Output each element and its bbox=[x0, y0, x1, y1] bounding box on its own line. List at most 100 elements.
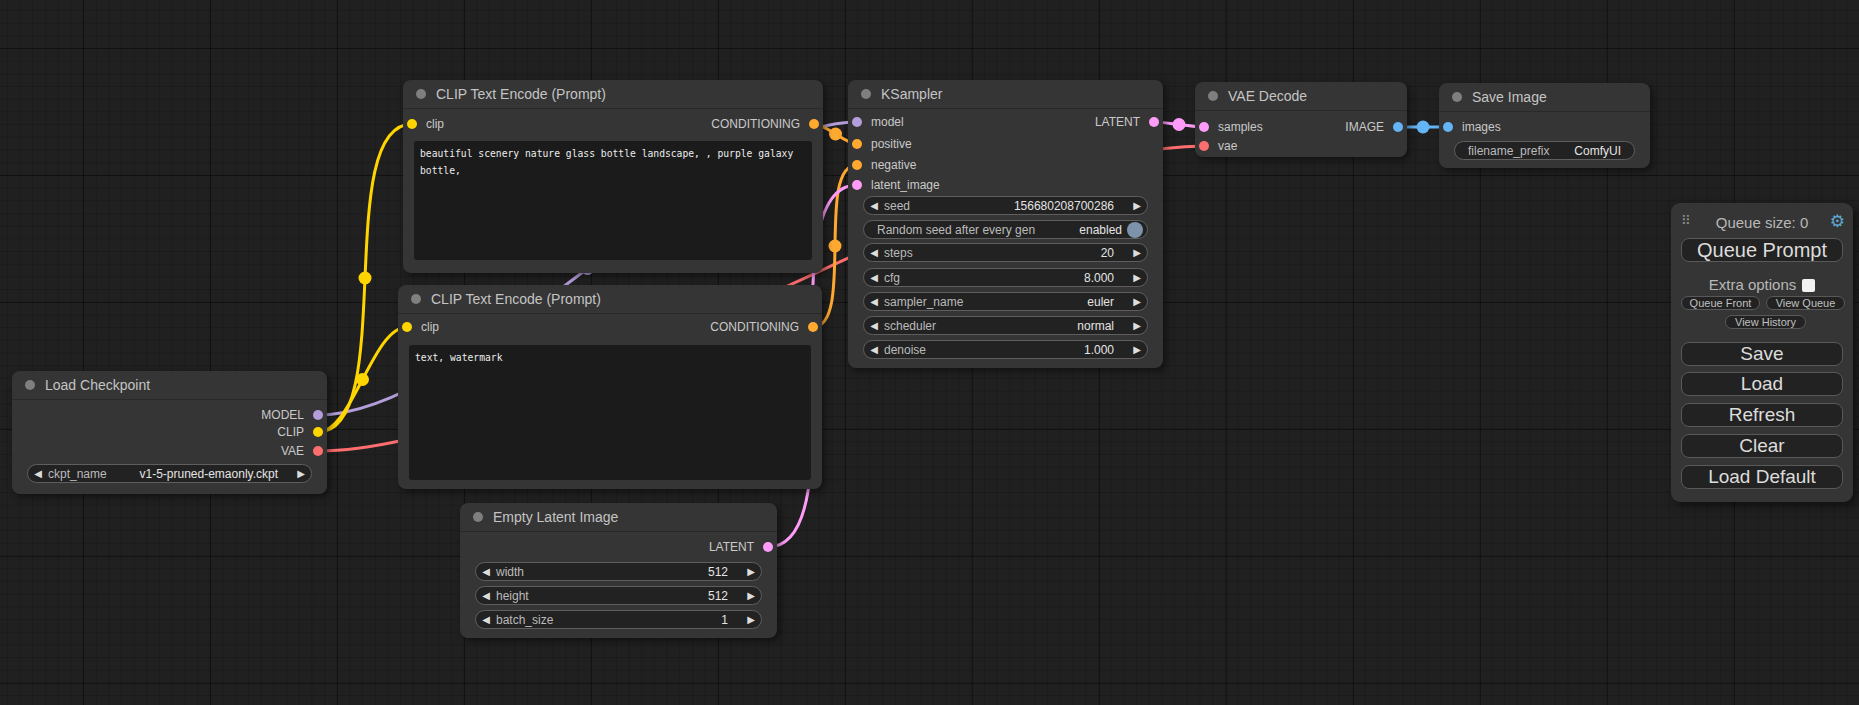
save-button[interactable]: Save bbox=[1681, 342, 1843, 366]
node-collapse-dot[interactable] bbox=[411, 294, 421, 304]
port-dot[interactable] bbox=[1443, 122, 1453, 132]
decrement-arrow-icon[interactable]: ◀ bbox=[28, 468, 48, 479]
link-midpoint-dot[interactable] bbox=[356, 373, 369, 386]
queue-front-button[interactable]: Queue Front bbox=[1681, 296, 1760, 310]
port-dot[interactable] bbox=[402, 322, 412, 332]
node-collapse-dot[interactable] bbox=[416, 89, 426, 99]
node-collapse-dot[interactable] bbox=[1452, 92, 1462, 102]
node-collapse-dot[interactable] bbox=[1208, 91, 1218, 101]
gear-icon[interactable]: ⚙ bbox=[1830, 211, 1845, 232]
input-port-samples[interactable]: samples bbox=[1195, 120, 1263, 134]
input-port-clip[interactable]: clip bbox=[398, 320, 439, 334]
decrement-arrow-icon[interactable]: ◀ bbox=[476, 566, 496, 577]
extra-options-checkbox[interactable] bbox=[1802, 279, 1815, 292]
input-port-images[interactable]: images bbox=[1439, 120, 1501, 134]
node-vae-decode[interactable]: VAE Decode samples vae IMAGE bbox=[1195, 82, 1407, 157]
node-title-bar[interactable]: VAE Decode bbox=[1195, 82, 1407, 111]
decrement-arrow-icon[interactable]: ◀ bbox=[864, 296, 884, 307]
increment-arrow-icon[interactable]: ▶ bbox=[1127, 272, 1147, 283]
link-midpoint-dot[interactable] bbox=[829, 128, 842, 141]
decrement-arrow-icon[interactable]: ◀ bbox=[864, 247, 884, 258]
input-port-latent_image[interactable]: latent_image bbox=[848, 178, 940, 192]
port-dot[interactable] bbox=[852, 117, 862, 127]
node-empty-latent-image[interactable]: Empty Latent Image LATENT ◀width512▶ ◀heigh… bbox=[460, 503, 777, 638]
decrement-arrow-icon[interactable]: ◀ bbox=[864, 272, 884, 283]
increment-arrow-icon[interactable]: ▶ bbox=[291, 468, 311, 479]
increment-arrow-icon[interactable]: ▶ bbox=[1127, 200, 1147, 211]
port-dot[interactable] bbox=[1199, 122, 1209, 132]
widget-denoise[interactable]: ◀denoise1.000▶ bbox=[863, 340, 1148, 359]
decrement-arrow-icon[interactable]: ◀ bbox=[476, 614, 496, 625]
load-button[interactable]: Load bbox=[1681, 372, 1843, 396]
refresh-button[interactable]: Refresh bbox=[1681, 403, 1843, 427]
widget-filename-prefix[interactable]: filename_prefixComfyUI bbox=[1454, 141, 1635, 160]
port-dot[interactable] bbox=[313, 427, 323, 437]
widget-cfg[interactable]: ◀cfg8.000▶ bbox=[863, 268, 1148, 287]
node-clip-text-encode-2[interactable]: CLIP Text Encode (Prompt) clip CONDITIONIN… bbox=[398, 285, 822, 489]
increment-arrow-icon[interactable]: ▶ bbox=[1127, 320, 1147, 331]
output-port-MODEL[interactable]: MODEL bbox=[261, 408, 327, 422]
node-load-checkpoint[interactable]: Load Checkpoint MODEL CLIP VAE ◀ckpt_namev1-… bbox=[12, 371, 327, 494]
decrement-arrow-icon[interactable]: ◀ bbox=[864, 200, 884, 211]
input-port-vae[interactable]: vae bbox=[1195, 139, 1237, 153]
output-port-VAE[interactable]: VAE bbox=[281, 444, 327, 458]
link-midpoint-dot[interactable] bbox=[1417, 121, 1430, 134]
link-midpoint-dot[interactable] bbox=[359, 272, 372, 285]
port-dot[interactable] bbox=[1149, 117, 1159, 127]
input-port-positive[interactable]: positive bbox=[848, 137, 912, 151]
widget-batch-size[interactable]: ◀batch_size1▶ bbox=[475, 610, 762, 629]
port-dot[interactable] bbox=[1393, 122, 1403, 132]
widget-width[interactable]: ◀width512▶ bbox=[475, 562, 762, 581]
node-title-bar[interactable]: CLIP Text Encode (Prompt) bbox=[398, 285, 822, 314]
port-dot[interactable] bbox=[1199, 141, 1209, 151]
input-port-clip[interactable]: clip bbox=[403, 117, 444, 131]
prompt-textarea[interactable]: beautiful scenery nature glass bottle la… bbox=[414, 141, 812, 260]
widget-random-seed-after-every-gen[interactable]: Random seed after every genenabled bbox=[863, 220, 1148, 239]
decrement-arrow-icon[interactable]: ◀ bbox=[864, 320, 884, 331]
port-dot[interactable] bbox=[808, 322, 818, 332]
output-port-LATENT[interactable]: LATENT bbox=[709, 540, 777, 554]
output-port-IMAGE[interactable]: IMAGE bbox=[1345, 120, 1407, 134]
port-dot[interactable] bbox=[763, 542, 773, 552]
toggle-knob[interactable] bbox=[1127, 222, 1143, 238]
node-save-image[interactable]: Save Image images filename_prefixComfyUI bbox=[1439, 83, 1650, 168]
output-port-CONDITIONING[interactable]: CONDITIONING bbox=[711, 117, 823, 131]
node-title-bar[interactable]: Load Checkpoint bbox=[12, 371, 327, 400]
view-history-button[interactable]: View History bbox=[1725, 315, 1806, 329]
node-title-bar[interactable]: Empty Latent Image bbox=[460, 503, 777, 532]
port-dot[interactable] bbox=[809, 119, 819, 129]
output-port-LATENT[interactable]: LATENT bbox=[1095, 115, 1163, 129]
node-title-bar[interactable]: Save Image bbox=[1439, 83, 1650, 112]
port-dot[interactable] bbox=[852, 139, 862, 149]
port-dot[interactable] bbox=[407, 119, 417, 129]
node-clip-text-encode-1[interactable]: CLIP Text Encode (Prompt) clip CONDITIONIN… bbox=[403, 80, 823, 273]
prompt-textarea[interactable]: text, watermark bbox=[409, 345, 811, 480]
widget-ckpt-name[interactable]: ◀ckpt_namev1-5-pruned-emaonly.ckpt▶ bbox=[27, 464, 312, 483]
widget-height[interactable]: ◀height512▶ bbox=[475, 586, 762, 605]
view-queue-button[interactable]: View Queue bbox=[1766, 296, 1845, 310]
link-midpoint-dot[interactable] bbox=[829, 240, 842, 253]
widget-seed[interactable]: ◀seed156680208700286▶ bbox=[863, 196, 1148, 215]
clear-button[interactable]: Clear bbox=[1681, 434, 1843, 458]
increment-arrow-icon[interactable]: ▶ bbox=[741, 590, 761, 601]
widget-steps[interactable]: ◀steps20▶ bbox=[863, 243, 1148, 262]
queue-prompt-button[interactable]: Queue Prompt bbox=[1681, 238, 1843, 262]
decrement-arrow-icon[interactable]: ◀ bbox=[476, 590, 496, 601]
increment-arrow-icon[interactable]: ▶ bbox=[1127, 247, 1147, 258]
output-port-CONDITIONING[interactable]: CONDITIONING bbox=[710, 320, 822, 334]
node-title-bar[interactable]: KSampler bbox=[848, 80, 1163, 109]
load-default-button[interactable]: Load Default bbox=[1681, 465, 1843, 489]
widget-scheduler[interactable]: ◀schedulernormal▶ bbox=[863, 316, 1148, 335]
widget-sampler-name[interactable]: ◀sampler_nameeuler▶ bbox=[863, 292, 1148, 311]
port-dot[interactable] bbox=[313, 446, 323, 456]
output-port-CLIP[interactable]: CLIP bbox=[277, 425, 327, 439]
increment-arrow-icon[interactable]: ▶ bbox=[741, 566, 761, 577]
node-title-bar[interactable]: CLIP Text Encode (Prompt) bbox=[403, 80, 823, 109]
increment-arrow-icon[interactable]: ▶ bbox=[1127, 344, 1147, 355]
increment-arrow-icon[interactable]: ▶ bbox=[1127, 296, 1147, 307]
port-dot[interactable] bbox=[313, 410, 323, 420]
node-collapse-dot[interactable] bbox=[473, 512, 483, 522]
increment-arrow-icon[interactable]: ▶ bbox=[741, 614, 761, 625]
input-port-negative[interactable]: negative bbox=[848, 158, 916, 172]
port-dot[interactable] bbox=[852, 180, 862, 190]
